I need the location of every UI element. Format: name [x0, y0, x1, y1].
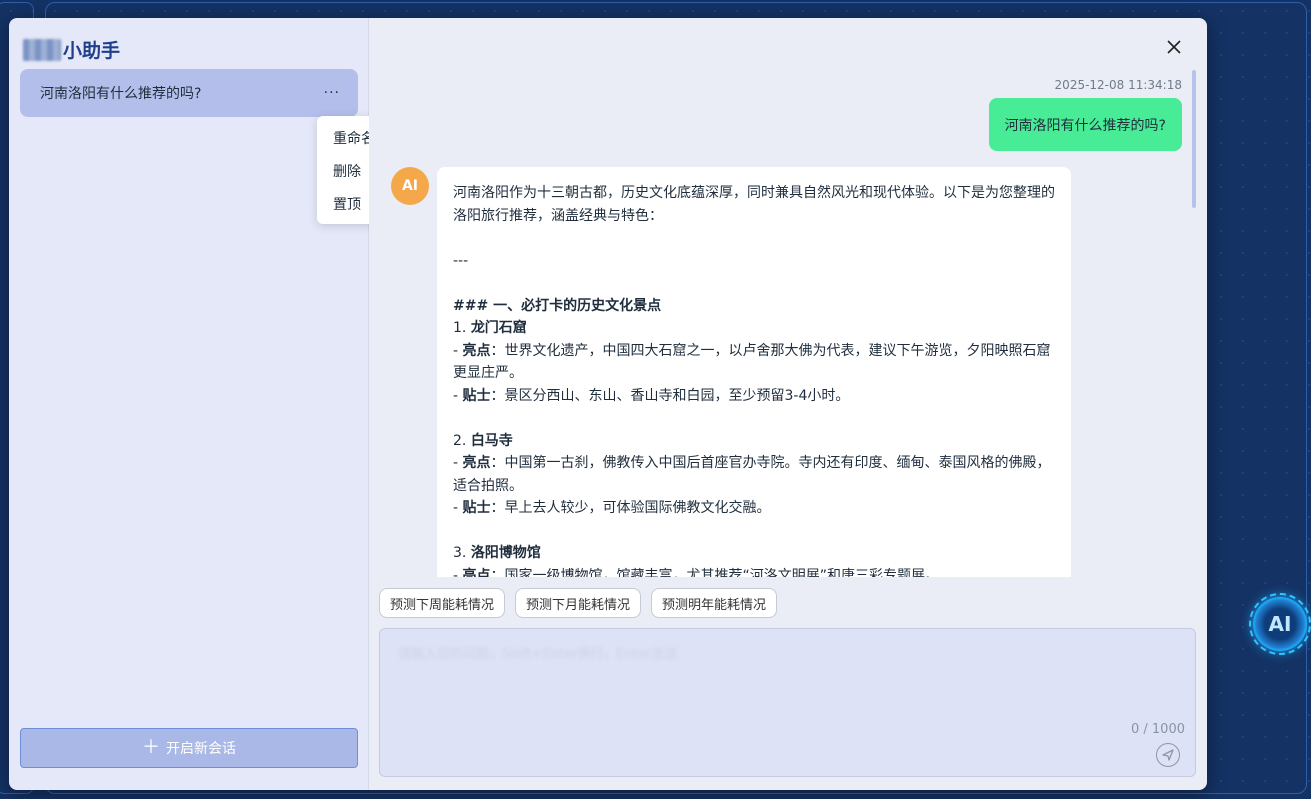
close-icon[interactable]	[1165, 38, 1183, 56]
brand: 小助手	[23, 36, 120, 63]
send-icon[interactable]	[1156, 743, 1180, 767]
ai-message-viewport: 河南洛阳作为十三朝古都，历史文化底蕴深厚，同时兼具自然风光和现代体验。以下是为您…	[437, 167, 1071, 577]
user-message-text: 河南洛阳有什么推荐的吗?	[1004, 117, 1166, 134]
ai-list-item: 2. 白马寺	[453, 432, 513, 449]
ai-list-item: 3. 洛阳博物馆	[453, 545, 541, 561]
chat-scrollbar[interactable]	[1192, 70, 1196, 208]
suggestion-chip-next-month[interactable]: 预测下月能耗情况	[515, 588, 642, 618]
ai-tip: - 贴士：景区分西山、东山、香山寺和白园，至少预留3-4小时。	[453, 387, 850, 404]
more-options-icon[interactable]: ···	[324, 85, 340, 101]
ai-tip: - 贴士：早上去人较少，可体验国际佛教文化交融。	[453, 500, 771, 516]
new-chat-button[interactable]: ＋ 开启新会话	[20, 728, 358, 768]
ai-avatar: AI	[391, 167, 429, 205]
ai-highlight: - 亮点：中国第一古刹，佛教传入中国后首座官办寺院。寺内还有印度、缅甸、泰国风格…	[453, 455, 1051, 494]
char-counter: 0 / 1000	[1131, 722, 1185, 737]
suggestion-chips: 预测下周能耗情况 预测下月能耗情况 预测明年能耗情况	[379, 588, 787, 618]
session-title: 河南洛阳有什么推荐的吗?	[40, 86, 202, 102]
sidebar: 小助手 河南洛阳有什么推荐的吗? ··· 重命名 删除 置顶 ＋ 开启新会话	[9, 18, 394, 790]
user-message-bubble: 河南洛阳有什么推荐的吗?	[988, 98, 1182, 151]
ai-highlight: - 亮点：国家一级博物馆，馆藏丰富，尤其推荐“河洛文明展”和唐三彩专题展。	[453, 567, 940, 578]
message-timestamp: 2025-12-08 11:34:18	[1054, 78, 1182, 92]
assistant-dialog: 小助手 河南洛阳有什么推荐的吗? ··· 重命名 删除 置顶 ＋ 开启新会话 2…	[9, 18, 1207, 790]
suggestion-chip-next-week[interactable]: 预测下周能耗情况	[379, 588, 506, 618]
app-title: 小助手	[63, 40, 121, 62]
suggestion-chip-next-year[interactable]: 预测明年能耗情况	[651, 588, 778, 618]
ai-separator: ---	[453, 252, 469, 269]
message-input-box: 0 / 1000	[379, 628, 1196, 777]
ai-intro: 河南洛阳作为十三朝古都，历史文化底蕴深厚，同时兼具自然风光和现代体验。以下是为您…	[453, 185, 1055, 224]
message-input[interactable]	[380, 629, 1195, 719]
ai-float-label: AI	[1268, 612, 1292, 636]
ai-message-bubble: 河南洛阳作为十三朝古都，历史文化底蕴深厚，同时兼具自然风光和现代体验。以下是为您…	[437, 167, 1071, 577]
ai-section-heading: ### 一、必打卡的历史文化景点	[453, 297, 662, 314]
ai-highlight: - 亮点：世界文化遗产，中国四大石窟之一，以卢舍那大佛为代表，建议下午游览，夕阳…	[453, 342, 1051, 382]
session-item[interactable]: 河南洛阳有什么推荐的吗? ···	[20, 69, 358, 117]
plus-icon: ＋	[142, 737, 160, 758]
new-chat-label: 开启新会话	[166, 741, 236, 757]
ai-list-item: 1. 龙门石窟	[453, 320, 527, 336]
ai-assistant-float-button[interactable]: AI	[1249, 593, 1311, 655]
brand-logo-icon	[23, 38, 61, 61]
chat-panel: 2025-12-08 11:34:18 河南洛阳有什么推荐的吗? AI 河南洛阳…	[369, 18, 1207, 790]
